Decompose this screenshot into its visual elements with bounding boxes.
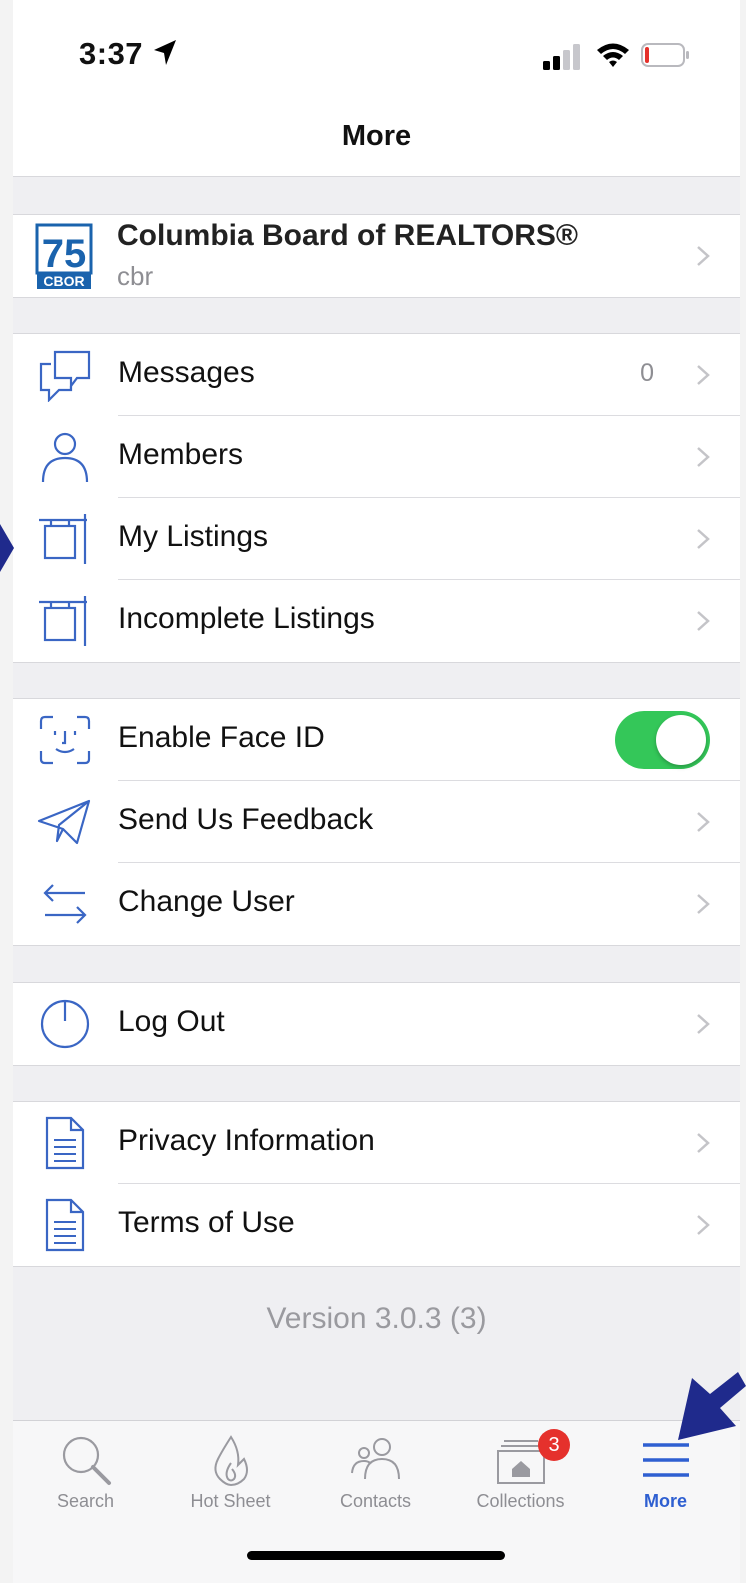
chevron-right-icon — [697, 1133, 710, 1153]
listing-sign-icon — [39, 514, 87, 564]
flame-icon — [214, 1435, 248, 1487]
wifi-icon — [597, 43, 629, 67]
paper-plane-icon — [37, 799, 91, 845]
background-right-edge — [740, 0, 746, 1583]
tab-hot-sheet[interactable]: Hot Sheet — [158, 1421, 303, 1531]
menu-item-label: My Listings — [118, 520, 269, 553]
menu-item-label: Privacy Information — [118, 1124, 375, 1157]
chevron-right-icon — [697, 365, 710, 385]
app-version: Version 3.0.3 (3) — [266, 1302, 487, 1335]
face-id-icon — [39, 715, 91, 765]
tab-label: More — [643, 1491, 687, 1511]
collections-badge: 3 — [538, 1429, 570, 1461]
svg-text:CBOR: CBOR — [43, 273, 84, 289]
menu-item-label: Messages — [118, 356, 255, 389]
tab-collections[interactable]: 3 Collections — [448, 1421, 593, 1531]
messages-listings-group: Messages 0 Members My Listings Incomplet… — [13, 333, 740, 663]
menu-item-label: Terms of Use — [118, 1206, 295, 1239]
chat-bubbles-icon — [39, 350, 91, 402]
tab-contacts[interactable]: Contacts — [303, 1421, 448, 1531]
settings-group: Enable Face ID Send Us Feedback Change U… — [13, 698, 740, 946]
tab-label: Collections — [476, 1491, 565, 1511]
menu-item-label: Enable Face ID — [118, 721, 325, 754]
chevron-right-icon — [697, 812, 710, 832]
document-icon — [45, 1116, 85, 1170]
menu-item-label: Change User — [118, 885, 295, 918]
menu-item-my-listings[interactable]: My Listings — [13, 498, 740, 580]
organization-subtitle: cbr — [117, 261, 154, 291]
menu-item-change-user[interactable]: Change User — [13, 863, 740, 945]
logout-group: Log Out — [13, 982, 740, 1066]
chevron-right-icon — [697, 246, 710, 266]
toggle-knob — [656, 715, 706, 765]
swap-arrows-icon — [43, 884, 87, 924]
messages-count: 0 — [640, 359, 654, 387]
menu-item-terms-of-use[interactable]: Terms of Use — [13, 1184, 740, 1266]
face-id-toggle[interactable] — [615, 711, 710, 769]
menu-item-messages[interactable]: Messages 0 — [13, 334, 740, 416]
menu-item-enable-face-id: Enable Face ID — [13, 699, 740, 781]
tab-search[interactable]: Search — [13, 1421, 158, 1531]
document-icon — [45, 1198, 85, 1252]
menu-item-label: Log Out — [118, 1005, 225, 1038]
svg-text:75: 75 — [42, 232, 87, 276]
cbor-logo-icon: 75 CBOR — [35, 223, 93, 289]
battery-icon — [641, 43, 689, 67]
home-indicator — [247, 1551, 505, 1560]
status-bar: 3:37 — [13, 0, 740, 110]
menu-item-send-feedback[interactable]: Send Us Feedback — [13, 781, 740, 863]
annotation-pointer-arrow-icon — [678, 1372, 746, 1440]
people-icon — [351, 1438, 400, 1480]
organization-group: 75 CBOR Columbia Board of REALTORS® cbr — [13, 214, 740, 298]
annotation-pointer-arrow-icon — [0, 524, 14, 572]
background-left-edge — [0, 0, 13, 1583]
phone-screen: 3:37 More 75 CBOR Columbia Board of REAL… — [13, 0, 740, 1583]
legal-group: Privacy Information Terms of Use — [13, 1101, 740, 1267]
menu-item-members[interactable]: Members — [13, 416, 740, 498]
chevron-right-icon — [697, 529, 710, 549]
page-title: More — [341, 120, 412, 152]
status-time: 3:37 — [79, 36, 144, 71]
listing-sign-icon — [39, 596, 87, 646]
organization-name: Columbia Board of REALTORS® — [117, 219, 579, 252]
menu-item-log-out[interactable]: Log Out — [13, 983, 740, 1065]
location-arrow-icon — [154, 40, 176, 65]
tab-label: Hot Sheet — [190, 1491, 271, 1511]
organization-row[interactable]: 75 CBOR Columbia Board of REALTORS® cbr — [13, 215, 740, 297]
tab-label: Search — [56, 1491, 115, 1511]
menu-item-label: Send Us Feedback — [118, 803, 374, 836]
menu-item-incomplete-listings[interactable]: Incomplete Listings — [13, 580, 740, 662]
tab-label: Contacts — [339, 1491, 412, 1511]
menu-item-privacy-information[interactable]: Privacy Information — [13, 1102, 740, 1184]
magnifier-icon — [62, 1436, 111, 1485]
chevron-right-icon — [697, 611, 710, 631]
menu-item-label: Members — [118, 438, 244, 471]
chevron-right-icon — [697, 447, 710, 467]
power-icon — [40, 999, 90, 1049]
navigation-bar: More — [13, 110, 740, 177]
chevron-right-icon — [697, 1215, 710, 1235]
menu-item-label: Incomplete Listings — [118, 602, 375, 635]
chevron-right-icon — [697, 894, 710, 914]
chevron-right-icon — [697, 1014, 710, 1034]
person-icon — [41, 432, 89, 483]
cellular-signal-icon — [543, 44, 580, 70]
